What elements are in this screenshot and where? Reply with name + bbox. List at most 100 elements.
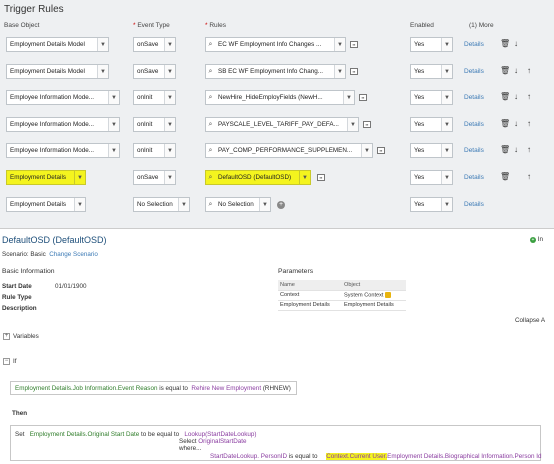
trigger-rule-row: Employment Details ▼ onSave ▼ ⌕ DefaultOSD … [0, 170, 554, 188]
base-object-select[interactable]: Employment Details Model ▼ [6, 37, 109, 52]
details-link[interactable]: Details [464, 147, 484, 154]
trash-icon[interactable]: 🗑 [500, 120, 510, 128]
arrow-down-icon[interactable]: ↓ [514, 67, 518, 75]
where-label: where... [179, 445, 202, 452]
rule-select[interactable]: ⌕ PAYSCALE_LEVEL_TARIFF_PAY_DEFA... ▼ [205, 117, 359, 132]
page-title: Trigger Rules [4, 4, 64, 15]
value-help-icon[interactable]: ▪▪ [350, 41, 358, 48]
chevron-down-icon: ▼ [361, 144, 372, 157]
rule-select[interactable]: ⌕ No Selection ▼ [205, 197, 271, 212]
details-link[interactable]: Details [464, 68, 484, 75]
header-rules: * Rules [205, 22, 226, 29]
add-icon[interactable]: + [277, 201, 285, 209]
details-link[interactable]: Details [464, 201, 484, 208]
event-type-select[interactable]: onSave ▼ [133, 37, 176, 52]
chevron-down-icon: ▼ [347, 118, 358, 131]
chevron-down-icon: ▼ [97, 38, 108, 51]
in-toggle[interactable]: + In [530, 236, 543, 243]
rule-select[interactable]: ⌕ PAY_COMP_PERFORMANCE_SUPPLEMEN... ▼ [205, 143, 373, 158]
expand-icon[interactable]: + [3, 333, 10, 340]
if-condition[interactable]: Employment Details.Job Information.Event… [10, 381, 297, 395]
table-row: Employment Details Employment Details [278, 300, 406, 311]
chevron-down-icon: ▼ [74, 171, 85, 184]
trash-icon[interactable]: 🗑 [500, 67, 510, 75]
chevron-down-icon: ▼ [108, 91, 119, 104]
arrow-up-icon[interactable]: ↑ [527, 146, 531, 154]
enabled-select[interactable]: Yes ▼ [410, 37, 453, 52]
enabled-select[interactable]: Yes ▼ [410, 90, 453, 105]
base-object-select[interactable]: Employment Details Model ▼ [6, 64, 109, 79]
arrow-down-icon[interactable]: ↓ [514, 146, 518, 154]
base-object-select[interactable]: Employment Details ▼ [6, 170, 86, 185]
search-icon: ⌕ [208, 67, 213, 75]
chevron-down-icon: ▼ [74, 198, 85, 211]
rule-detail-title: DefaultOSD (DefaultOSD) [2, 235, 107, 245]
chevron-down-icon: ▼ [343, 91, 354, 104]
search-icon: ⌕ [208, 93, 213, 101]
trash-icon[interactable]: 🗑 [500, 146, 510, 154]
header-enabled: Enabled [410, 22, 434, 29]
scenario-line: Scenario: Basic Change Scenario [2, 251, 98, 258]
variables-label[interactable]: Variables [13, 333, 39, 340]
event-type-select[interactable]: No Selection ▼ [133, 197, 190, 212]
value-help-icon[interactable]: ▪▪ [350, 68, 358, 75]
value-help-icon[interactable]: ▪▪ [377, 147, 385, 154]
arrow-down-icon[interactable]: ↓ [514, 93, 518, 101]
event-type-select[interactable]: onSave ▼ [133, 170, 176, 185]
trash-icon[interactable]: 🗑 [500, 173, 510, 181]
arrow-down-icon[interactable]: ↓ [514, 120, 518, 128]
enabled-select[interactable]: Yes ▼ [410, 64, 453, 79]
base-object-select[interactable]: Employee Information Mode... ▼ [6, 90, 120, 105]
enabled-select[interactable]: Yes ▼ [410, 197, 453, 212]
arrow-up-icon[interactable]: ↑ [527, 67, 531, 75]
details-link[interactable]: Details [464, 174, 484, 181]
chevron-down-icon: ▼ [441, 38, 452, 51]
chevron-down-icon: ▼ [334, 38, 345, 51]
search-icon: ⌕ [208, 200, 213, 208]
collapse-all-link[interactable]: Collapse A [515, 317, 545, 324]
rule-select[interactable]: ⌕ NewHire_HideEmployFields (NewH... ▼ [205, 90, 355, 105]
if-condition-text: Employment Details.Job Information.Event… [15, 385, 291, 392]
event-type-select[interactable]: onInit ▼ [133, 143, 176, 158]
base-object-select[interactable]: Employee Information Mode... ▼ [6, 117, 120, 132]
trash-icon[interactable]: 🗑 [500, 40, 510, 48]
event-type-select[interactable]: onInit ▼ [133, 90, 176, 105]
trash-icon[interactable]: 🗑 [500, 93, 510, 101]
enabled-select[interactable]: Yes ▼ [410, 143, 453, 158]
base-object-select[interactable]: Employment Details ▼ [6, 197, 86, 212]
enabled-select[interactable]: Yes ▼ [410, 117, 453, 132]
arrow-up-icon[interactable]: ↑ [527, 120, 531, 128]
rule-select[interactable]: ⌕ DefaultOSD (DefaultOSD) ▼ [205, 170, 311, 185]
arrow-up-icon[interactable]: ↑ [527, 173, 531, 181]
chevron-down-icon: ▼ [164, 65, 175, 78]
then-action[interactable]: Set Employment Details.Original Start Da… [10, 425, 542, 461]
lock-icon [385, 292, 392, 298]
arrow-down-icon[interactable]: ↓ [514, 40, 518, 48]
event-type-select[interactable]: onInit ▼ [133, 117, 176, 132]
chevron-down-icon: ▼ [259, 198, 270, 211]
details-link[interactable]: Details [464, 121, 484, 128]
rule-select[interactable]: ⌕ SB EC WF Employment Info Chang... ▼ [205, 64, 346, 79]
chevron-down-icon: ▼ [441, 118, 452, 131]
chevron-down-icon: ▼ [97, 65, 108, 78]
details-link[interactable]: Details [464, 41, 484, 48]
change-scenario-link[interactable]: Change Scenario [49, 251, 98, 258]
value-help-icon[interactable]: ▪▪ [359, 94, 367, 101]
arrow-up-icon[interactable]: ↑ [527, 93, 531, 101]
details-link[interactable]: Details [464, 94, 484, 101]
add-circle-icon: + [530, 237, 536, 243]
base-object-select[interactable]: Employee Information Mode... ▼ [6, 143, 120, 158]
enabled-select[interactable]: Yes ▼ [410, 170, 453, 185]
collapse-icon[interactable]: − [3, 358, 10, 365]
trigger-rule-row: Employment Details Model ▼ onSave ▼ ⌕ EC WF… [0, 37, 554, 55]
search-icon: ⌕ [208, 146, 213, 154]
chevron-down-icon: ▼ [441, 65, 452, 78]
basic-info-heading: Basic Information [2, 268, 55, 275]
value-help-icon[interactable]: ▪▪ [363, 121, 371, 128]
start-date-value: 01/01/1900 [55, 283, 87, 290]
rule-select[interactable]: ⌕ EC WF Employment Info Changes ... ▼ [205, 37, 346, 52]
event-type-select[interactable]: onSave ▼ [133, 64, 176, 79]
chevron-down-icon: ▼ [441, 198, 452, 211]
value-help-icon[interactable]: ▪▪ [317, 174, 325, 181]
chevron-down-icon: ▼ [441, 171, 452, 184]
